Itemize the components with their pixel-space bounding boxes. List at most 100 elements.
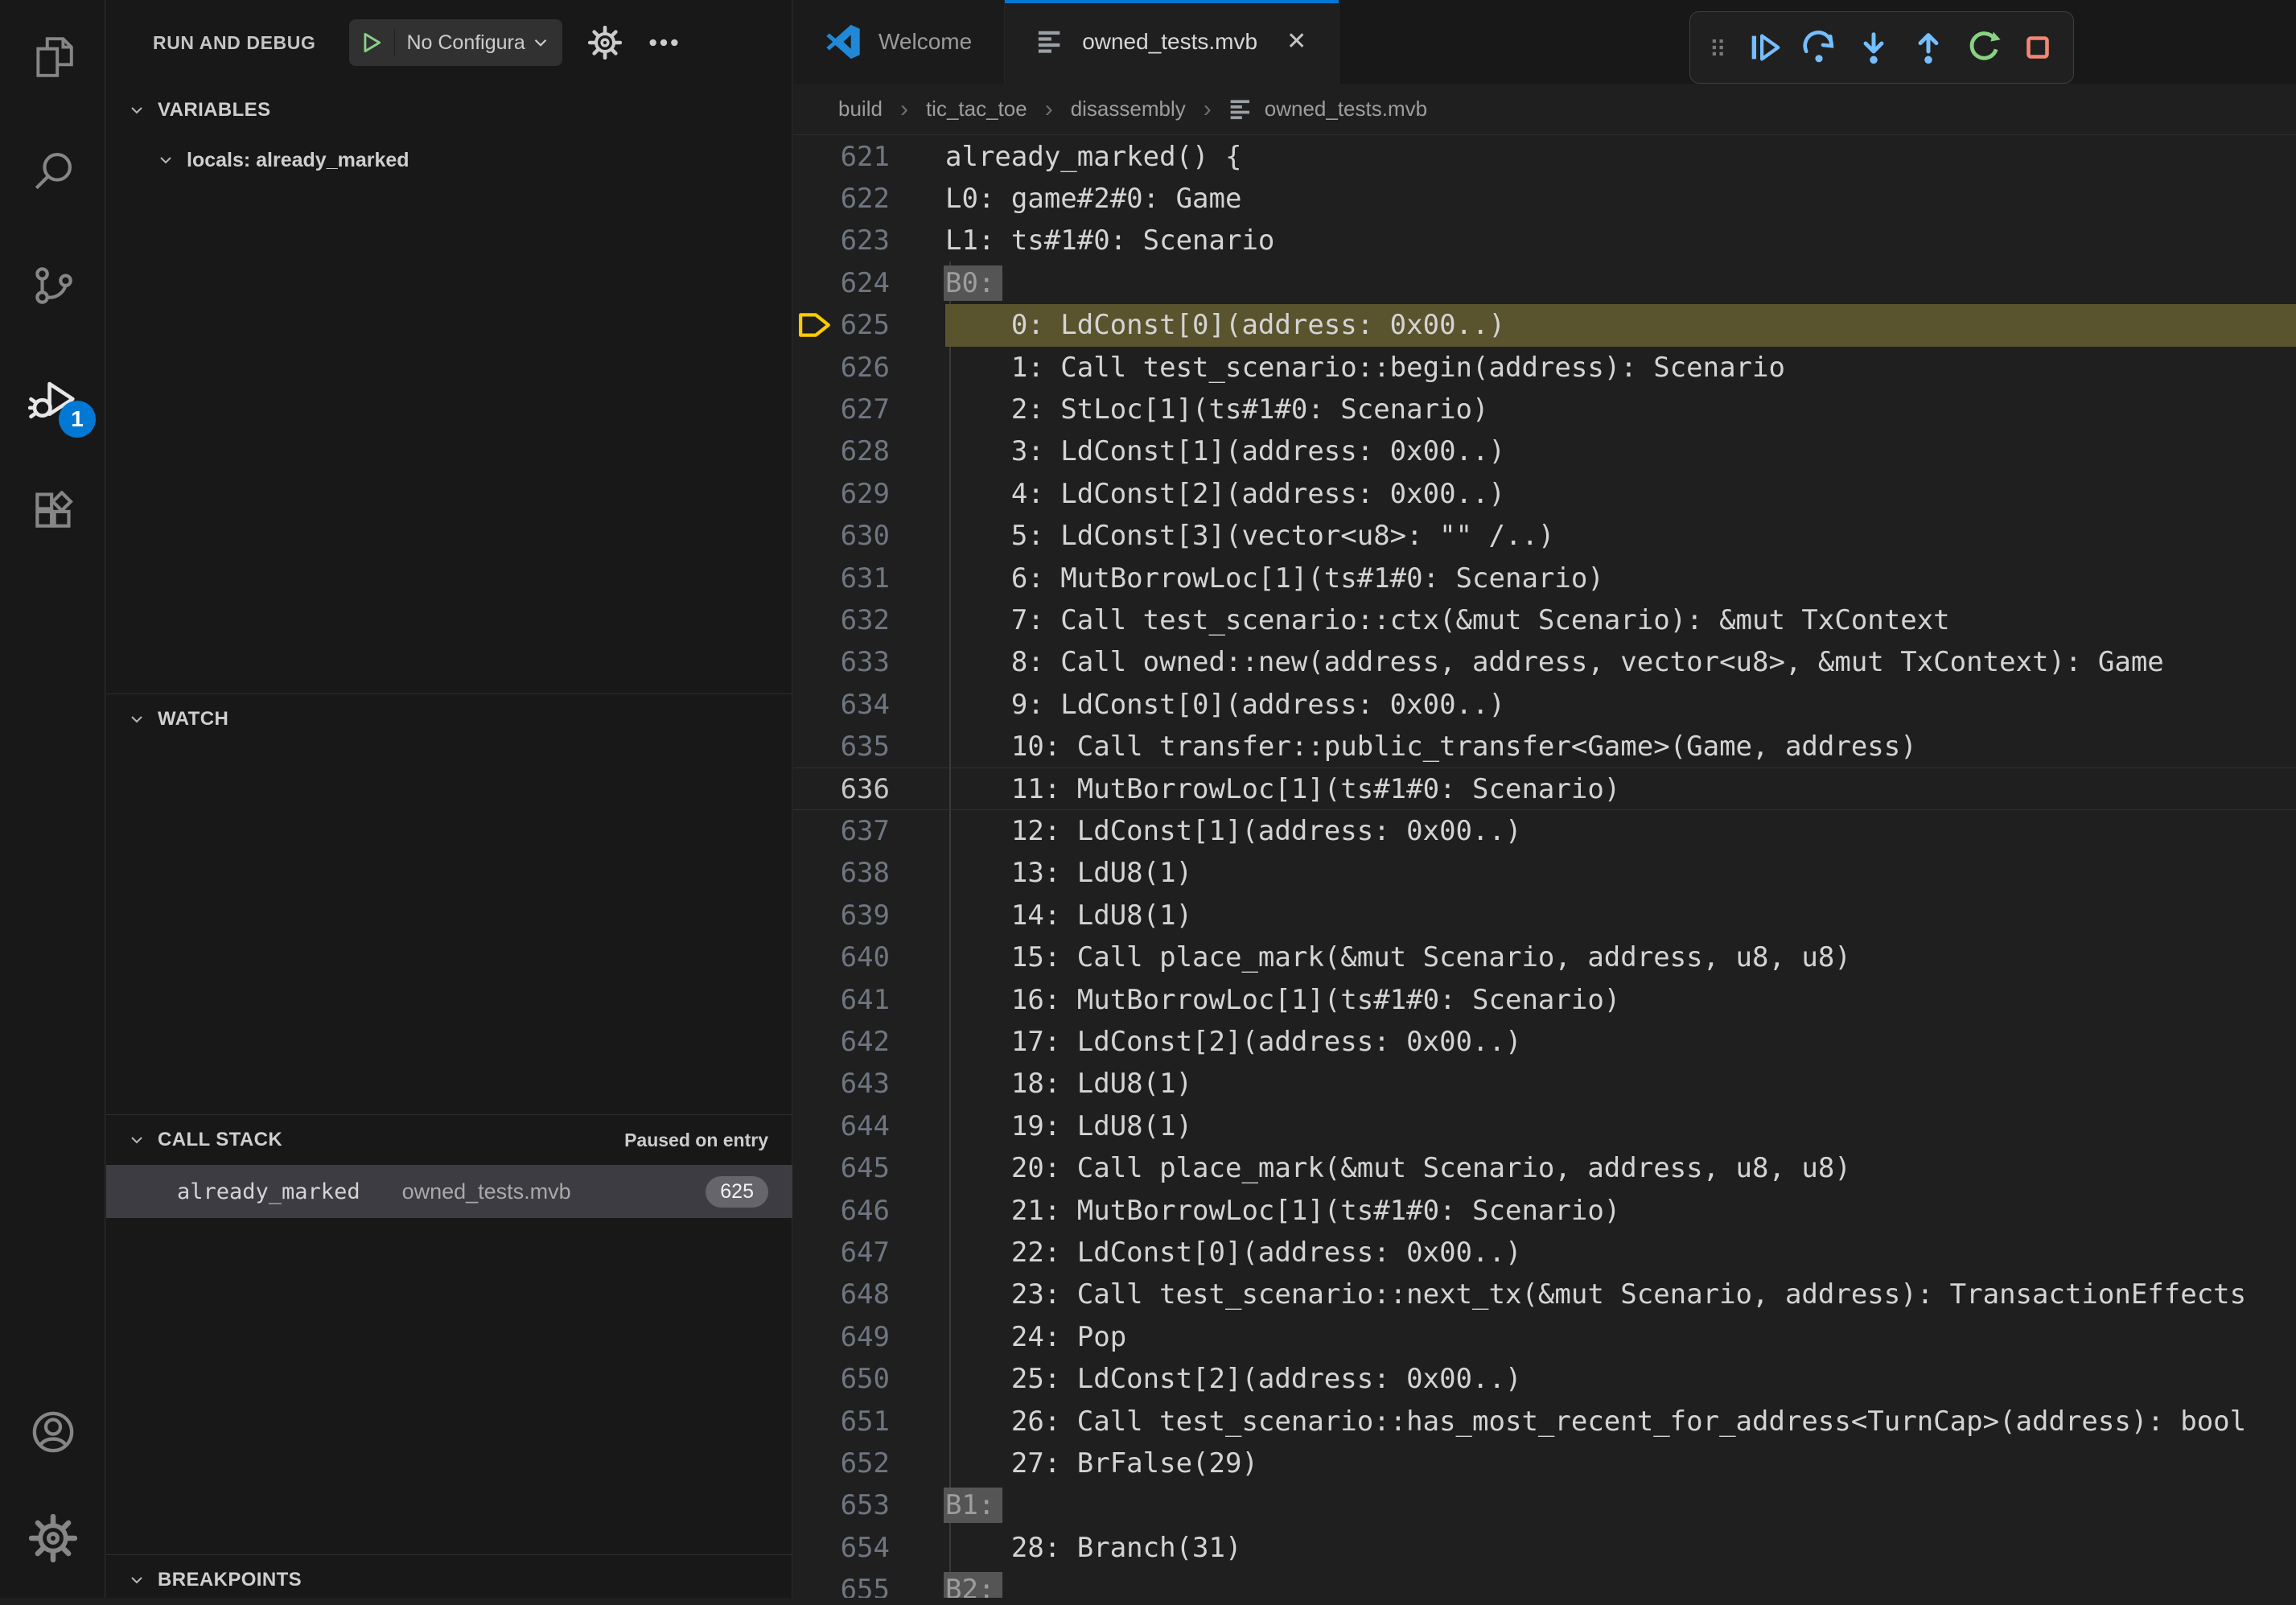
line-number[interactable]: 621 bbox=[837, 141, 890, 173]
line-number[interactable]: 646 bbox=[837, 1195, 890, 1227]
line-number[interactable]: 633 bbox=[837, 646, 890, 678]
code-line-648[interactable]: 648 23: Call test_scenario::next_tx(&mut… bbox=[793, 1274, 2296, 1316]
sidebar-item-explorer[interactable] bbox=[0, 0, 105, 114]
code-line-634[interactable]: 634 9: LdConst[0](address: 0x00..) bbox=[793, 683, 2296, 726]
watch-header[interactable]: WATCH bbox=[106, 694, 792, 744]
code-line-627[interactable]: 627 2: StLoc[1](ts#1#0: Scenario) bbox=[793, 388, 2296, 430]
call-stack-header[interactable]: CALL STACK Paused on entry bbox=[106, 1115, 792, 1165]
gutter-margin[interactable] bbox=[793, 177, 837, 220]
code-line-654[interactable]: 654 28: Branch(31) bbox=[793, 1526, 2296, 1569]
gutter-margin[interactable] bbox=[793, 346, 837, 389]
line-number[interactable]: 654 bbox=[837, 1532, 890, 1564]
line-number[interactable]: 623 bbox=[837, 224, 890, 257]
line-number[interactable]: 624 bbox=[837, 267, 890, 299]
gutter-margin[interactable] bbox=[793, 1105, 837, 1147]
gutter-margin[interactable] bbox=[793, 135, 837, 178]
code-line-624[interactable]: 624B0: bbox=[793, 261, 2296, 304]
code-line-626[interactable]: 626 1: Call test_scenario::begin(address… bbox=[793, 346, 2296, 389]
line-number[interactable]: 632 bbox=[837, 604, 890, 636]
line-number[interactable]: 637 bbox=[837, 815, 890, 847]
code-line-646[interactable]: 646 21: MutBorrowLoc[1](ts#1#0: Scenario… bbox=[793, 1189, 2296, 1232]
line-number[interactable]: 629 bbox=[837, 478, 890, 510]
code-line-623[interactable]: 623L1: ts#1#0: Scenario bbox=[793, 220, 2296, 262]
line-number[interactable]: 631 bbox=[837, 562, 890, 595]
gutter-margin[interactable] bbox=[793, 641, 837, 684]
gutter-margin[interactable] bbox=[793, 978, 837, 1021]
line-number[interactable]: 642 bbox=[837, 1026, 890, 1058]
gutter-margin[interactable] bbox=[793, 768, 837, 809]
tab-owned-tests[interactable]: owned_tests.mvb ✕ bbox=[1005, 0, 1339, 84]
gutter-margin[interactable] bbox=[793, 683, 837, 726]
gutter-margin[interactable] bbox=[793, 430, 837, 473]
code-line-650[interactable]: 650 25: LdConst[2](address: 0x00..) bbox=[793, 1358, 2296, 1401]
gutter-margin[interactable] bbox=[793, 852, 837, 895]
restart-button[interactable] bbox=[1957, 19, 2009, 76]
breadcrumb-item-disassembly[interactable]: disassembly bbox=[1071, 97, 1186, 121]
line-number[interactable]: 628 bbox=[837, 435, 890, 467]
gutter-margin[interactable] bbox=[793, 515, 837, 558]
line-number[interactable]: 649 bbox=[837, 1321, 890, 1353]
code-line-649[interactable]: 649 24: Pop bbox=[793, 1315, 2296, 1358]
gutter-margin[interactable] bbox=[793, 894, 837, 936]
gutter-margin[interactable] bbox=[793, 1231, 837, 1274]
sidebar-item-run-and-debug[interactable]: 1 bbox=[0, 343, 105, 457]
line-number[interactable]: 644 bbox=[837, 1110, 890, 1142]
step-into-button[interactable] bbox=[1848, 19, 1899, 76]
line-number[interactable]: 625 bbox=[837, 309, 890, 341]
code-line-647[interactable]: 647 22: LdConst[0](address: 0x00..) bbox=[793, 1231, 2296, 1274]
sidebar-item-source-control[interactable] bbox=[0, 228, 105, 343]
gutter-margin[interactable] bbox=[793, 388, 837, 430]
line-number[interactable]: 650 bbox=[837, 1363, 890, 1395]
code-line-640[interactable]: 640 15: Call place_mark(&mut Scenario, a… bbox=[793, 936, 2296, 979]
code-line-643[interactable]: 643 18: LdU8(1) bbox=[793, 1063, 2296, 1105]
code-line-653[interactable]: 653B1: bbox=[793, 1484, 2296, 1527]
code-line-651[interactable]: 651 26: Call test_scenario::has_most_rec… bbox=[793, 1400, 2296, 1442]
line-number[interactable]: 639 bbox=[837, 899, 890, 932]
gutter-margin[interactable] bbox=[793, 1063, 837, 1105]
code-line-645[interactable]: 645 20: Call place_mark(&mut Scenario, a… bbox=[793, 1147, 2296, 1190]
gutter-margin[interactable] bbox=[793, 1484, 837, 1527]
code-line-635[interactable]: 635 10: Call transfer::public_transfer<G… bbox=[793, 726, 2296, 768]
line-number[interactable]: 640 bbox=[837, 941, 890, 973]
line-number[interactable]: 653 bbox=[837, 1489, 890, 1521]
line-number[interactable]: 638 bbox=[837, 857, 890, 889]
gutter-margin[interactable] bbox=[793, 472, 837, 515]
code-line-621[interactable]: 621already_marked() { bbox=[793, 135, 2296, 178]
gutter-margin[interactable] bbox=[793, 557, 837, 599]
start-debug-icon[interactable] bbox=[357, 29, 395, 56]
accounts-button[interactable] bbox=[0, 1379, 105, 1485]
code-line-637[interactable]: 637 12: LdConst[1](address: 0x00..) bbox=[793, 809, 2296, 852]
code-line-631[interactable]: 631 6: MutBorrowLoc[1](ts#1#0: Scenario) bbox=[793, 557, 2296, 599]
code-line-632[interactable]: 632 7: Call test_scenario::ctx(&mut Scen… bbox=[793, 599, 2296, 641]
gutter-margin[interactable] bbox=[793, 1020, 837, 1063]
debug-config-dropdown[interactable]: No Configura bbox=[349, 19, 562, 66]
code-line-644[interactable]: 644 19: LdU8(1) bbox=[793, 1105, 2296, 1147]
code-line-639[interactable]: 639 14: LdU8(1) bbox=[793, 894, 2296, 936]
code-line-628[interactable]: 628 3: LdConst[1](address: 0x00..) bbox=[793, 430, 2296, 473]
code-line-622[interactable]: 622L0: game#2#0: Game bbox=[793, 177, 2296, 220]
line-number[interactable]: 645 bbox=[837, 1152, 890, 1184]
gutter-margin[interactable] bbox=[793, 1189, 837, 1232]
gutter-margin[interactable] bbox=[793, 1400, 837, 1442]
gutter-margin[interactable] bbox=[793, 599, 837, 641]
breadcrumb-item-tic-tac-toe[interactable]: tic_tac_toe bbox=[926, 97, 1027, 121]
gutter-margin[interactable] bbox=[793, 1315, 837, 1358]
sidebar-item-search[interactable] bbox=[0, 114, 105, 228]
line-number[interactable]: 652 bbox=[837, 1447, 890, 1479]
code-line-629[interactable]: 629 4: LdConst[2](address: 0x00..) bbox=[793, 472, 2296, 515]
line-number[interactable]: 634 bbox=[837, 689, 890, 721]
gutter-margin[interactable] bbox=[793, 1442, 837, 1484]
gutter-margin[interactable] bbox=[793, 1358, 837, 1401]
breadcrumb-item-build[interactable]: build bbox=[838, 97, 883, 121]
tab-welcome[interactable]: Welcome bbox=[793, 0, 1005, 84]
gutter-margin[interactable] bbox=[793, 809, 837, 852]
line-number[interactable]: 643 bbox=[837, 1068, 890, 1100]
debug-settings-gear-button[interactable] bbox=[588, 26, 622, 60]
gutter-margin[interactable] bbox=[793, 1147, 837, 1190]
step-out-button[interactable] bbox=[1903, 19, 1954, 76]
code-line-655[interactable]: 655B2: bbox=[793, 1569, 2296, 1598]
variables-locals-row[interactable]: locals: already_marked bbox=[106, 135, 792, 185]
more-actions-button[interactable] bbox=[648, 27, 680, 59]
code-line-630[interactable]: 630 5: LdConst[3](vector<u8>: "" /..) bbox=[793, 515, 2296, 558]
line-number[interactable]: 641 bbox=[837, 984, 890, 1016]
